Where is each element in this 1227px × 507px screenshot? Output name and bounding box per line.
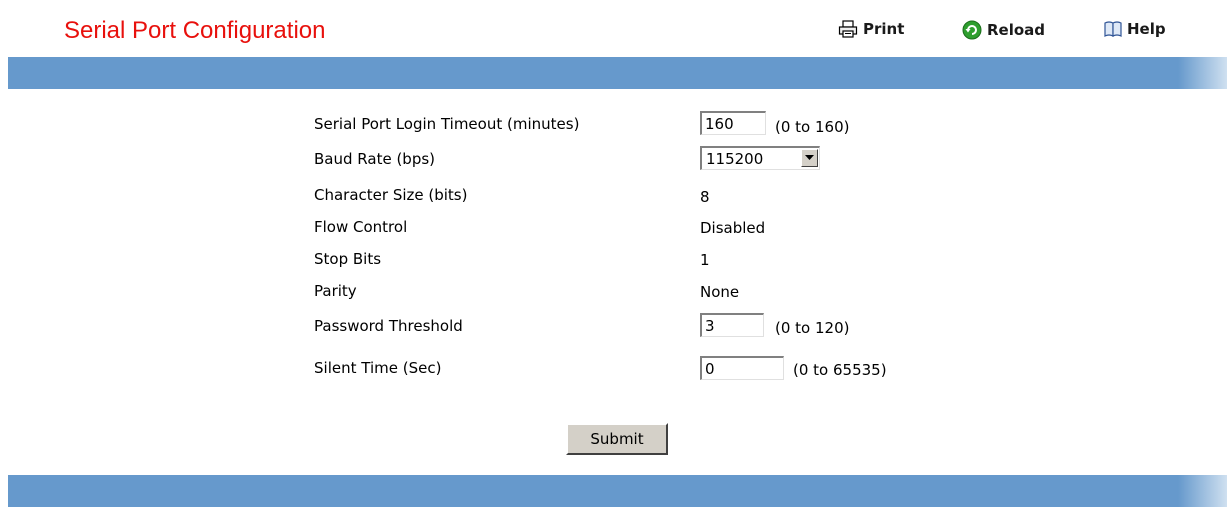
login-timeout-range: (0 to 160) [775,118,850,136]
help-book-icon [1104,20,1122,38]
help-link[interactable]: Help [1104,20,1166,38]
login-timeout-label: Serial Port Login Timeout (minutes) [314,115,580,133]
parity-value: None [700,283,740,301]
page-title: Serial Port Configuration [64,17,326,44]
login-timeout-input[interactable] [700,111,766,135]
reload-link[interactable]: Reload [962,20,1045,40]
password-threshold-input[interactable] [700,313,764,337]
stop-bits-label: Stop Bits [314,250,382,268]
baud-rate-select[interactable]: 115200 [700,146,820,170]
password-threshold-range: (0 to 120) [775,319,850,337]
silent-time-range: (0 to 65535) [793,361,887,379]
parity-label: Parity [314,282,357,300]
help-label: Help [1127,20,1166,38]
bottom-band [8,475,1227,507]
top-band [8,57,1227,89]
header-bar: Serial Port Configuration Print Reload H… [0,0,1227,56]
character-size-value: 8 [700,188,710,206]
printer-icon [838,20,858,38]
silent-time-input[interactable] [700,356,784,380]
chevron-down-icon[interactable] [801,149,818,167]
silent-time-label: Silent Time (Sec) [314,359,442,377]
reload-label: Reload [987,21,1046,39]
baud-rate-selected: 115200 [706,150,764,168]
reload-icon [962,20,982,40]
submit-button[interactable]: Submit [566,423,668,455]
password-threshold-label: Password Threshold [314,317,463,335]
print-link[interactable]: Print [838,20,904,38]
flow-control-label: Flow Control [314,218,408,236]
print-label: Print [863,20,905,38]
flow-control-value: Disabled [700,219,766,237]
stop-bits-value: 1 [700,251,710,269]
page: Serial Port Configuration Print Reload H… [0,0,1227,507]
baud-rate-label: Baud Rate (bps) [314,150,436,168]
character-size-label: Character Size (bits) [314,186,468,204]
